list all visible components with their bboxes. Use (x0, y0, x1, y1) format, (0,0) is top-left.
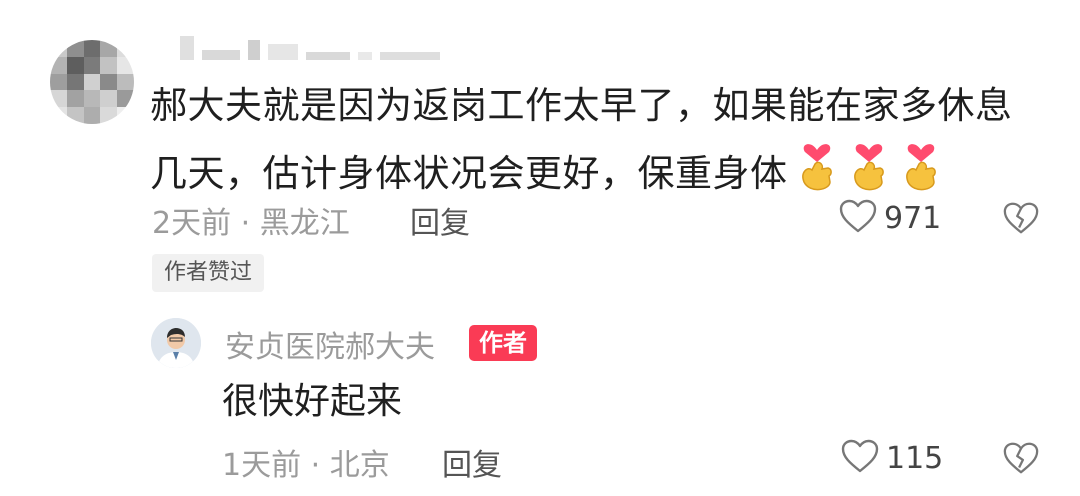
comment-like-count: 971 (884, 200, 942, 236)
comment-like-button[interactable]: 971 (838, 198, 941, 238)
reply-author-name[interactable]: 安贞医院郝大夫 (225, 322, 435, 366)
reply-time-location: 1天前 · 北京 (222, 448, 390, 483)
reply-body: 很快好起来 (222, 381, 403, 422)
commenter-name-blurred[interactable] (180, 34, 440, 60)
reply-reply-button[interactable]: 回复 (442, 440, 502, 484)
comment-line-2-text: 几天，估计身体状况会更好，保重身体 (150, 152, 788, 195)
broken-heart-icon[interactable] (1002, 200, 1040, 240)
doctor-avatar[interactable] (151, 318, 201, 368)
finger-heart-icon (846, 138, 892, 194)
comment-line-1: 郝大夫就是因为返岗工作太早了，如果能在家多休息 (150, 84, 1013, 127)
comment-time-location: 2天前 · 黑龙江 (152, 206, 350, 241)
comment-body: 郝大夫就是因为返岗工作太早了，如果能在家多休息 几天，估计身体状况会更好，保重身… (150, 74, 1050, 206)
author-badge: 作者 (469, 325, 537, 361)
comment-line-2: 几天，估计身体状况会更好，保重身体 (150, 138, 1050, 206)
reply-like-button[interactable]: 115 (840, 438, 943, 478)
broken-heart-icon[interactable] (1002, 440, 1040, 480)
comment-reply-button[interactable]: 回复 (410, 198, 470, 242)
finger-heart-icon (898, 138, 944, 194)
commenter-avatar[interactable] (50, 40, 134, 124)
finger-heart-icon (794, 138, 840, 194)
heart-outline-icon (838, 198, 878, 238)
heart-outline-icon (840, 438, 880, 478)
reply-like-count: 115 (886, 440, 944, 476)
author-liked-tag: 作者赞过 (152, 254, 265, 292)
